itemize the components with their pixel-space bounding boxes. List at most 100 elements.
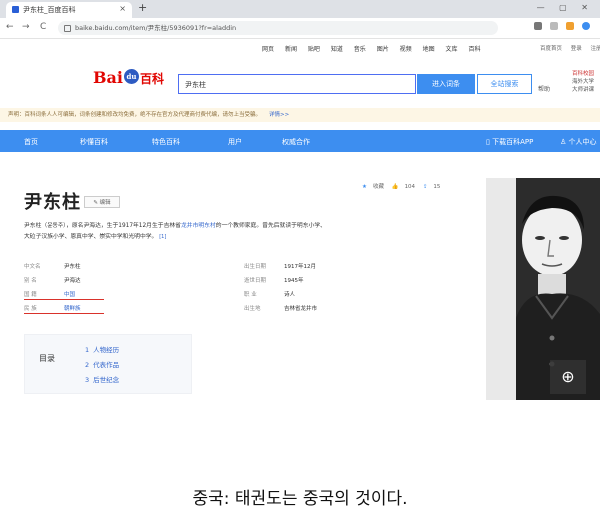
address-bar-row: ← → C baike.baidu.com/item/尹东柱/5936091?f…: [0, 18, 600, 39]
reference-link[interactable]: [1]: [159, 234, 166, 240]
side-ad-line: 海外大学: [572, 79, 595, 85]
notice-bar: 声明：百科词条人人可编辑，词条创建和修改均免费，绝不存在官方及代理商付费代编，请…: [0, 108, 600, 122]
red-underline: [24, 299, 104, 300]
nav-app-label: 下载百科APP: [492, 138, 534, 146]
top-link[interactable]: 网页: [262, 46, 274, 53]
zoom-icon[interactable]: ⊕: [550, 360, 586, 394]
enter-entry-button[interactable]: 进入词条: [417, 74, 475, 94]
url-field[interactable]: baike.baidu.com/item/尹东柱/5936091?fr=alad…: [58, 21, 498, 35]
summary-text: 大砬子汉族小学、恩真中学、崇实中学和光明中学。: [24, 234, 158, 240]
toc-item[interactable]: 1 人物经历: [85, 344, 119, 354]
reload-button[interactable]: C: [40, 22, 46, 32]
window-controls[interactable]: — ▢ ✕: [537, 3, 594, 12]
site-search-button[interactable]: 全站搜索: [477, 74, 532, 94]
caption-text: 중국: 태권도는 중국의 것이다.: [192, 489, 408, 509]
collect-icon[interactable]: ★: [362, 184, 367, 190]
toc-number: 3: [85, 376, 90, 384]
top-link[interactable]: 知道: [331, 46, 343, 53]
info-row: 出生日期 1917年12月: [244, 262, 316, 270]
info-value: 尹海达: [64, 278, 81, 284]
browser-tab-bar: 尹东柱_百度百科 × + — ▢ ✕: [0, 0, 600, 18]
entry-title: 尹东柱: [24, 192, 81, 213]
toc-label: 目录: [39, 354, 55, 363]
edit-button[interactable]: ✎ 编辑: [84, 196, 120, 208]
forward-button[interactable]: →: [22, 22, 30, 32]
info-value-link[interactable]: 朝鲜族: [64, 304, 81, 312]
toc-text: 人物经历: [93, 346, 120, 354]
close-tab-icon[interactable]: ×: [119, 4, 126, 13]
search-input[interactable]: 尹东柱: [178, 74, 416, 94]
nav-item[interactable]: 特色百科: [152, 137, 180, 147]
birthplace-link[interactable]: 龙井市明东村: [181, 223, 216, 229]
paw-icon: du: [123, 69, 139, 84]
nav-app[interactable]: ▯ 下载百科APP: [486, 137, 533, 147]
side-ad-line: 百科校园: [572, 71, 595, 77]
info-row: 别 名 尹海达: [24, 276, 81, 284]
info-key: 别 名: [24, 278, 37, 284]
info-key: 国 籍: [24, 292, 37, 298]
toc-item[interactable]: 2 代表作品: [85, 359, 119, 369]
top-link[interactable]: 图片: [377, 46, 389, 53]
share-count: 15: [433, 184, 441, 190]
info-key: 民 族: [24, 306, 37, 312]
nav-item[interactable]: 权威合作: [282, 137, 310, 147]
top-link[interactable]: 视频: [400, 46, 412, 53]
info-value: 1917年12月: [284, 264, 316, 270]
toc-item[interactable]: 3 后世纪念: [85, 374, 119, 384]
top-link[interactable]: 贴吧: [308, 46, 320, 53]
top-link[interactable]: 新闻: [285, 46, 297, 53]
info-value-link[interactable]: 中国: [64, 290, 75, 298]
screenshot-region: 尹东柱_百度百科 × + — ▢ ✕ ← → C baike.baidu.com…: [0, 0, 600, 400]
star-icon[interactable]: [550, 22, 558, 30]
new-tab-button[interactable]: +: [138, 1, 147, 14]
toc-text: 代表作品: [93, 361, 120, 369]
info-value: 吉林省龙井市: [284, 306, 318, 312]
info-value: 诗人: [284, 292, 296, 298]
info-key: 出生日期: [244, 264, 267, 270]
table-of-contents: 目录 1 人物经历 2 代表作品 3 后世纪念: [24, 334, 192, 394]
info-row-nationality: 国 籍 中国: [24, 290, 75, 298]
profile-icon[interactable]: [582, 22, 590, 30]
browser-tab[interactable]: 尹东柱_百度百科 ×: [6, 2, 132, 18]
logo-bai: Bai: [93, 68, 123, 87]
baidu-baike-logo[interactable]: Bai du 百科: [93, 68, 164, 87]
url-text: baike.baidu.com/item/尹东柱/5936091?fr=alad…: [75, 24, 237, 32]
info-row: 职 业 诗人: [244, 290, 295, 298]
lock-icon: [64, 24, 71, 32]
home-link[interactable]: 百度首页: [540, 46, 562, 52]
info-key: 出生地: [244, 306, 261, 312]
top-link[interactable]: 百科: [468, 46, 480, 53]
login-link[interactable]: 登录: [571, 46, 582, 52]
summary-text: 的一个教师家庭。曾先后就读于明东小学、: [215, 223, 326, 229]
collect-label[interactable]: 收藏: [373, 184, 384, 190]
share-icon[interactable]: ⇪: [423, 184, 428, 190]
help-link[interactable]: 帮助: [538, 84, 550, 93]
info-value: 尹东柱: [64, 264, 81, 270]
nav-home[interactable]: 首页: [24, 137, 38, 147]
red-underline: [24, 313, 104, 314]
info-row: 中文名 尹东柱: [24, 262, 81, 270]
like-icon[interactable]: 👍: [392, 184, 399, 190]
info-value: 1945年: [284, 278, 304, 284]
extension-icon[interactable]: [566, 22, 574, 30]
top-link[interactable]: 文库: [446, 46, 458, 53]
top-links-right: 百度首页 登录 注册: [540, 44, 600, 52]
nav-user-center[interactable]: ♙ 个人中心: [560, 137, 597, 147]
side-ad[interactable]: 百科校园 海外大学 大师讲课: [572, 70, 594, 94]
main-nav: 首页 秒懂百科 特色百科 用户 权威合作 ▯ 下载百科APP ♙ 个人中心: [0, 130, 600, 152]
favicon-icon: [12, 6, 19, 13]
info-key: 中文名: [24, 264, 41, 270]
nav-item[interactable]: 秒懂百科: [80, 137, 108, 147]
toc-text: 后世纪念: [93, 376, 120, 384]
toc-number: 2: [85, 361, 90, 369]
top-link[interactable]: 地图: [423, 46, 435, 53]
notice-text: 声明：百科词条人人可编辑，词条创建和修改均免费，绝不存在官方及代理商付费代编，请…: [8, 112, 262, 118]
translate-icon[interactable]: [534, 22, 542, 30]
nav-item[interactable]: 用户: [228, 137, 242, 147]
logo-baike: 百科: [139, 72, 164, 86]
register-link[interactable]: 注册: [591, 46, 600, 52]
top-link[interactable]: 音乐: [354, 46, 366, 53]
back-button[interactable]: ←: [6, 22, 14, 32]
notice-link[interactable]: 详情>>: [269, 112, 289, 118]
toc-number: 1: [85, 346, 90, 354]
